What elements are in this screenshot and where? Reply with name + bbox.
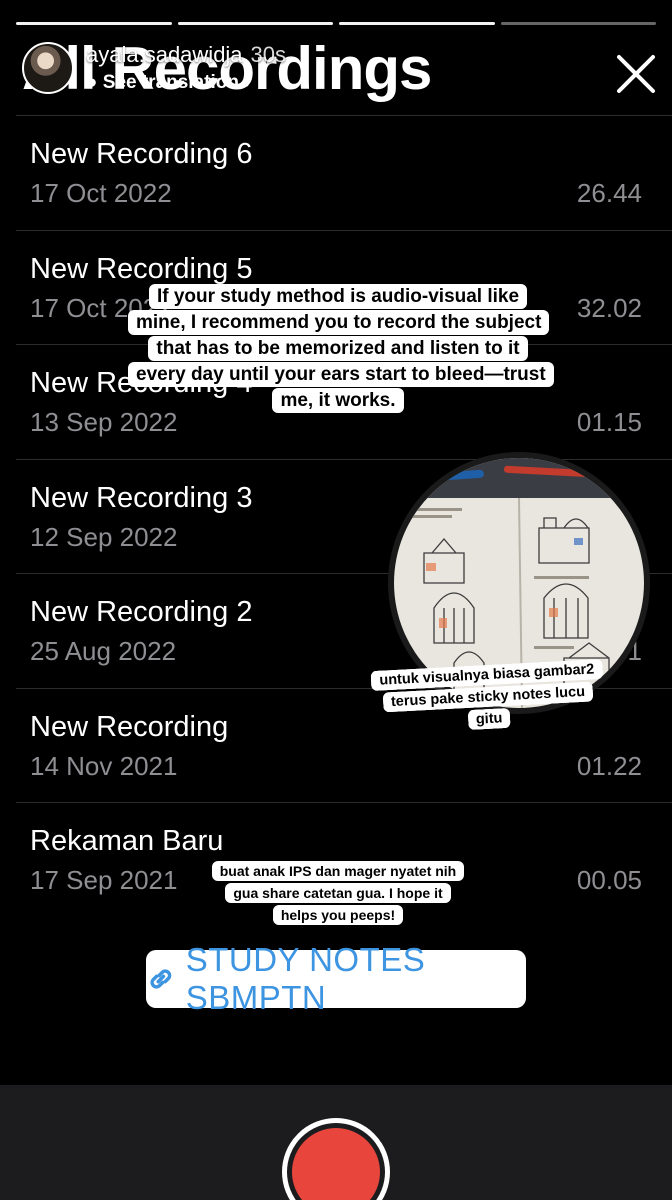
post-time: 30s [250,42,287,67]
recording-name: New Recording 5 [30,252,253,285]
recording-duration: 01.15 [576,407,642,437]
link-label: STUDY NOTES SBMPTN [185,941,426,1016]
recording-duration: 01.22 [576,750,642,781]
recording-name: New Recording 2 [30,596,253,628]
story-progress [16,22,656,26]
caption-text: buat anak IPS dan mager nyatet nih gua s… [211,861,465,925]
recording-date: 12 Sep 2022 [30,521,178,552]
story-caption-main: If your study method is audio-visual lik… [128,284,554,414]
story-caption-visual: untuk visualnya biasa gambar2 terus pake… [370,658,605,736]
progress-segment [339,22,495,25]
progress-segment [16,22,172,25]
story-caption-share: buat anak IPS dan mager nyatet nih gua s… [210,860,466,926]
recording-name: Rekaman Baru [30,825,224,857]
recording-duration: 32.02 [576,292,642,323]
recording-date: 17 Sep 2021 [30,865,178,895]
recording-name: New Recording 6 [30,138,253,170]
caption-text: If your study method is audio-visual lik… [128,284,554,413]
recording-date: 14 Nov 2021 [30,750,178,781]
story-header[interactable]: ayala.sadawidja 30s ● See translation › [22,42,286,94]
close-button[interactable] [610,48,662,100]
chevron-right-icon: › [238,72,251,93]
caption-text: untuk visualnya biasa gambar2 terus pake… [370,658,603,731]
recording-name: New Recording 3 [30,481,253,514]
recording-date: 17 Oct 2022 [30,178,172,208]
story-user-line[interactable]: ayala.sadawidja 30s [86,42,286,68]
translate-dot-icon: ● [86,72,103,93]
recording-name: New Recording [30,710,229,743]
avatar[interactable] [22,42,74,94]
recording-row[interactable]: New Recording 6 17 Oct 2022 26.44 [16,115,672,230]
see-translation-label: See translation [102,72,239,93]
recording-duration: 26.44 [576,178,642,208]
username[interactable]: ayala.sadawidja [86,42,243,67]
recording-duration: 00.05 [576,865,642,895]
close-icon [617,55,655,93]
link-icon [150,969,172,989]
link-sticker[interactable]: STUDY NOTES SBMPTN [146,941,526,1016]
record-dot-icon [292,1128,380,1200]
recording-date: 25 Aug 2022 [30,636,177,666]
progress-segment [500,22,656,25]
progress-segment [177,22,333,25]
see-translation-link[interactable]: ● See translation › [86,72,286,94]
